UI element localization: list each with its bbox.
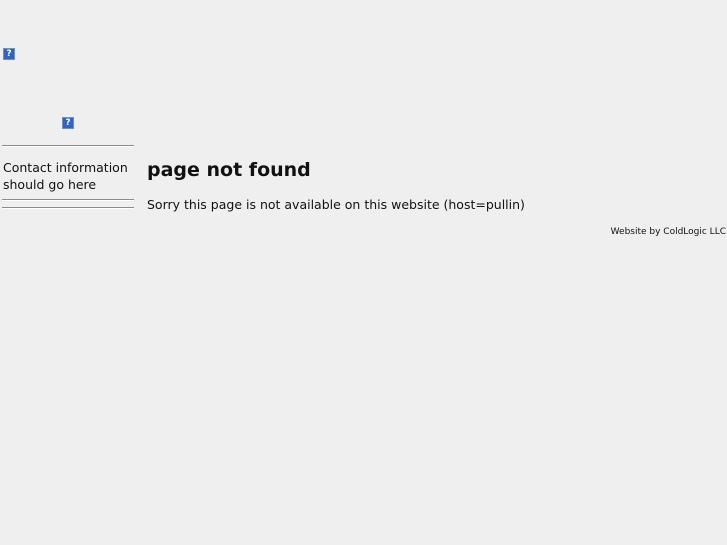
contact-info-text: Contact information should go here [3, 160, 128, 192]
sidebar-divider [2, 199, 134, 201]
page: ? ? Contact information should go here p… [0, 0, 727, 545]
error-message: Sorry this page is not available on this… [147, 197, 525, 212]
main-content: page not found Sorry this page is not av… [147, 158, 707, 213]
header-image-placeholder-icon: ? [3, 48, 15, 60]
sidebar-image-placeholder-icon: ? [62, 117, 74, 129]
sidebar: Contact information should go here [2, 145, 134, 209]
sidebar-bottom-divider [2, 207, 134, 209]
site-credit: Website by ColdLogic LLC [610, 227, 726, 237]
page-title: page not found [147, 159, 311, 181]
